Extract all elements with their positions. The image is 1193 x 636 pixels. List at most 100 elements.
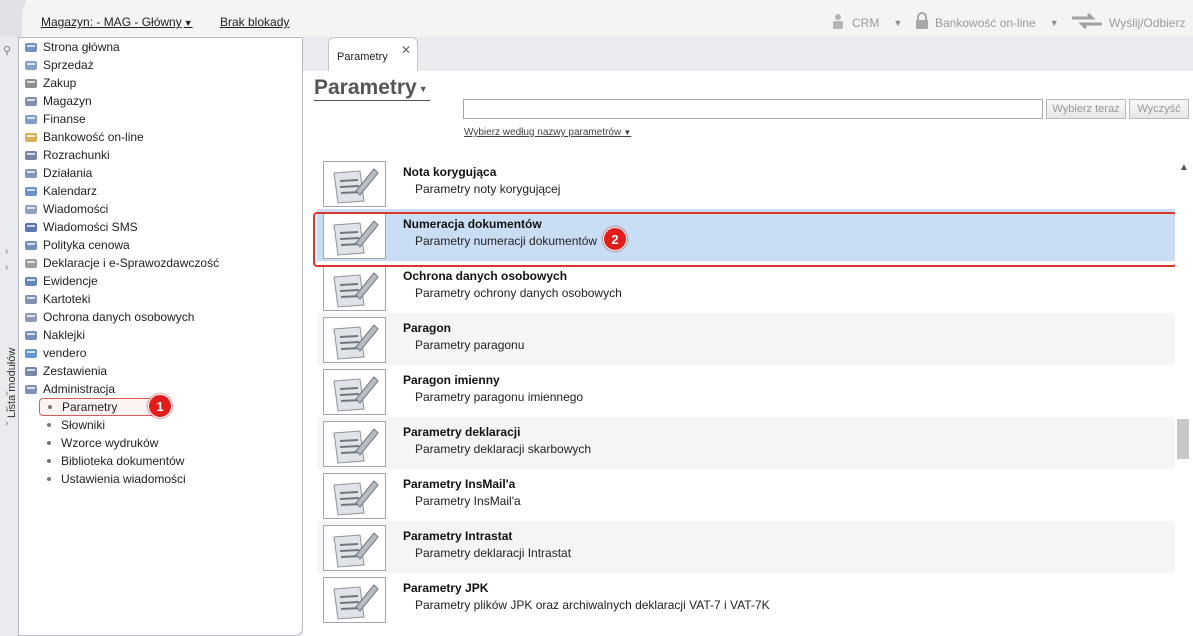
lock-status-link[interactable]: Brak blokady (220, 15, 289, 29)
sidebar-item[interactable]: Kartoteki (23, 290, 90, 308)
parameter-row[interactable]: Paragon imienny Parametry paragonu imienn… (317, 365, 1175, 417)
parameter-title: Paragon imienny (403, 373, 500, 387)
sidebar-item[interactable]: Bankowość on-line (23, 128, 144, 146)
sidebar-item-label: Deklaracje i e-Sprawozdawczość (43, 256, 220, 270)
sidebar-item[interactable]: Naklejki (23, 326, 85, 344)
step-badge-1: 1 (148, 394, 172, 418)
records-icon (23, 274, 39, 288)
sidebar-item[interactable]: Finanse (23, 110, 86, 128)
sidebar-subitem[interactable]: Ustawienia wiadomości (45, 470, 186, 488)
parameter-title: Parametry Intrastat (403, 529, 513, 543)
bullet-icon (48, 405, 52, 409)
module-list: Strona główna Sprzedaż Zakup Magazyn Finanse… (18, 37, 303, 636)
sidebar-item[interactable]: Wiadomości (23, 200, 108, 218)
actions-icon (23, 166, 39, 180)
sidebar-item-label: Magazyn (43, 94, 92, 108)
crm-menu[interactable]: CRM ▼ (829, 12, 902, 33)
sidebar-item-label: Zestawienia (43, 364, 108, 378)
sidebar-subitem-label: Parametry (62, 400, 118, 414)
sidebar-item-label: Kalendarz (43, 184, 98, 198)
sidebar-subitem[interactable]: Biblioteka dokumentów (45, 452, 184, 470)
filter-by-name-link[interactable]: Wybierz według nazwy parametrów ▼ (464, 127, 631, 138)
sms-icon (23, 220, 39, 234)
sidebar-item[interactable]: Strona główna (23, 38, 120, 56)
sidebar-item-label: Administracja (43, 382, 116, 396)
sidebar-subitem[interactable]: Parametry (39, 398, 165, 416)
chevron-down-icon: ▼ (183, 18, 193, 28)
module-list-toggle-bar[interactable]: ⚲ › › Lista modułów › › › (0, 37, 18, 636)
parameter-title: Parametry deklaracji (403, 425, 521, 439)
sidebar-subitem[interactable]: Słowniki (45, 416, 105, 434)
parameter-description: Parametry ochrony danych osobowych (415, 286, 622, 300)
sidebar-item[interactable]: Magazyn (23, 92, 92, 110)
sidebar-item[interactable]: Sprzedaż (23, 56, 94, 74)
parameter-title: Paragon (403, 321, 452, 335)
admin-icon (23, 382, 39, 396)
declarations-icon (23, 256, 39, 270)
clear-button[interactable]: Wyczyść (1129, 99, 1189, 119)
parameter-row[interactable]: Parametry deklaracji Parametry deklaracji… (317, 417, 1175, 469)
parameter-row[interactable]: Paragon Parametry paragonu (317, 313, 1175, 365)
parameter-settings-icon (323, 473, 386, 519)
search-input[interactable] (463, 99, 1043, 119)
sidebar-item-label: Wiadomości (43, 202, 109, 216)
scrollbar-thumb[interactable] (1177, 419, 1189, 459)
parameter-description: Parametry plików JPK oraz archiwalnych d… (415, 598, 770, 612)
parameter-description: Parametry deklaracji Intrastat (415, 546, 572, 560)
choose-now-button[interactable]: Wybierz teraz (1046, 99, 1126, 119)
warehouse-selector[interactable]: Magazyn: - MAG - Główny ▼ (41, 15, 193, 29)
home-icon (23, 40, 39, 54)
bullet-icon (47, 477, 51, 481)
parameter-settings-icon (323, 525, 386, 571)
chevron-down-icon: ▼ (893, 17, 903, 28)
close-icon[interactable]: ✕ (401, 43, 411, 57)
sidebar-item[interactable]: Działania (23, 164, 92, 182)
sidebar-item[interactable]: Wiadomości SMS (23, 218, 138, 236)
page-title[interactable]: Parametry ▼ (314, 76, 428, 100)
sidebar-subitem-label: Wzorce wydruków (61, 436, 159, 450)
sidebar-item[interactable]: Deklaracje i e-Sprawozdawczość (23, 254, 219, 272)
bank-lock-icon (914, 12, 930, 33)
parameter-settings-icon (323, 421, 386, 467)
chevron-up-icon[interactable]: ▲ (1179, 162, 1189, 173)
sidebar-subitem[interactable]: Wzorce wydruków (45, 434, 158, 452)
parameter-row[interactable]: Nota korygująca Parametry noty korygujące… (317, 157, 1175, 209)
parameter-description: Parametry paragonu (415, 338, 525, 352)
parameter-row[interactable]: Ochrona danych osobowych Parametry ochron… (317, 261, 1175, 313)
chevron-down-icon: ▼ (621, 128, 632, 137)
tab-strip: Parametry ✕ (303, 37, 1193, 71)
sidebar-item[interactable]: Ewidencje (23, 272, 98, 290)
parameter-title: Ochrona danych osobowych (403, 269, 568, 283)
parameter-row[interactable]: Parametry Intrastat Parametry deklaracji … (317, 521, 1175, 573)
sidebar-item-label: Wiadomości SMS (43, 220, 138, 234)
parameter-row[interactable]: Parametry InsMail'a Parametry InsMail'a (317, 469, 1175, 521)
crm-icon (829, 12, 847, 33)
send-receive-button[interactable]: Wyślij/Odbierz (1070, 12, 1186, 33)
list-scrollbar[interactable]: ▲ (1175, 157, 1193, 636)
sidebar-item[interactable]: Ochrona danych osobowych (23, 308, 194, 326)
warehouse-icon (23, 94, 39, 108)
bullet-icon (47, 459, 51, 463)
sidebar-item[interactable]: Zakup (23, 74, 76, 92)
parameter-row[interactable]: Parametry JPK Parametry plików JPK oraz a… (317, 573, 1175, 625)
pricing-icon (23, 238, 39, 252)
top-bar: Magazyn: - MAG - Główny ▼ Brak blokady CR… (0, 0, 1193, 37)
sidebar-item[interactable]: Kalendarz (23, 182, 97, 200)
parameter-title: Parametry JPK (403, 581, 489, 595)
sidebar-item[interactable]: Administracja (23, 380, 115, 398)
sidebar-item[interactable]: Polityka cenowa (23, 236, 130, 254)
chevron-down-icon: ▼ (1049, 17, 1059, 28)
parameter-settings-icon (323, 317, 386, 363)
sidebar-item-label: vendero (43, 346, 87, 360)
parameter-settings-icon (323, 369, 386, 415)
parameter-description: Parametry noty korygującej (415, 182, 561, 196)
parameter-settings-icon (323, 161, 386, 207)
pin-icon[interactable]: ⚲ (3, 44, 11, 57)
reports-icon (23, 364, 39, 378)
chevron-right-icon: › (5, 388, 9, 399)
sidebar-item[interactable]: Rozrachunki (23, 146, 110, 164)
sidebar-item[interactable]: vendero (23, 344, 86, 362)
banking-menu[interactable]: Bankowość on-line ▼ (914, 12, 1059, 33)
tab-parametry[interactable]: Parametry ✕ (328, 37, 418, 71)
sidebar-item[interactable]: Zestawienia (23, 362, 107, 380)
